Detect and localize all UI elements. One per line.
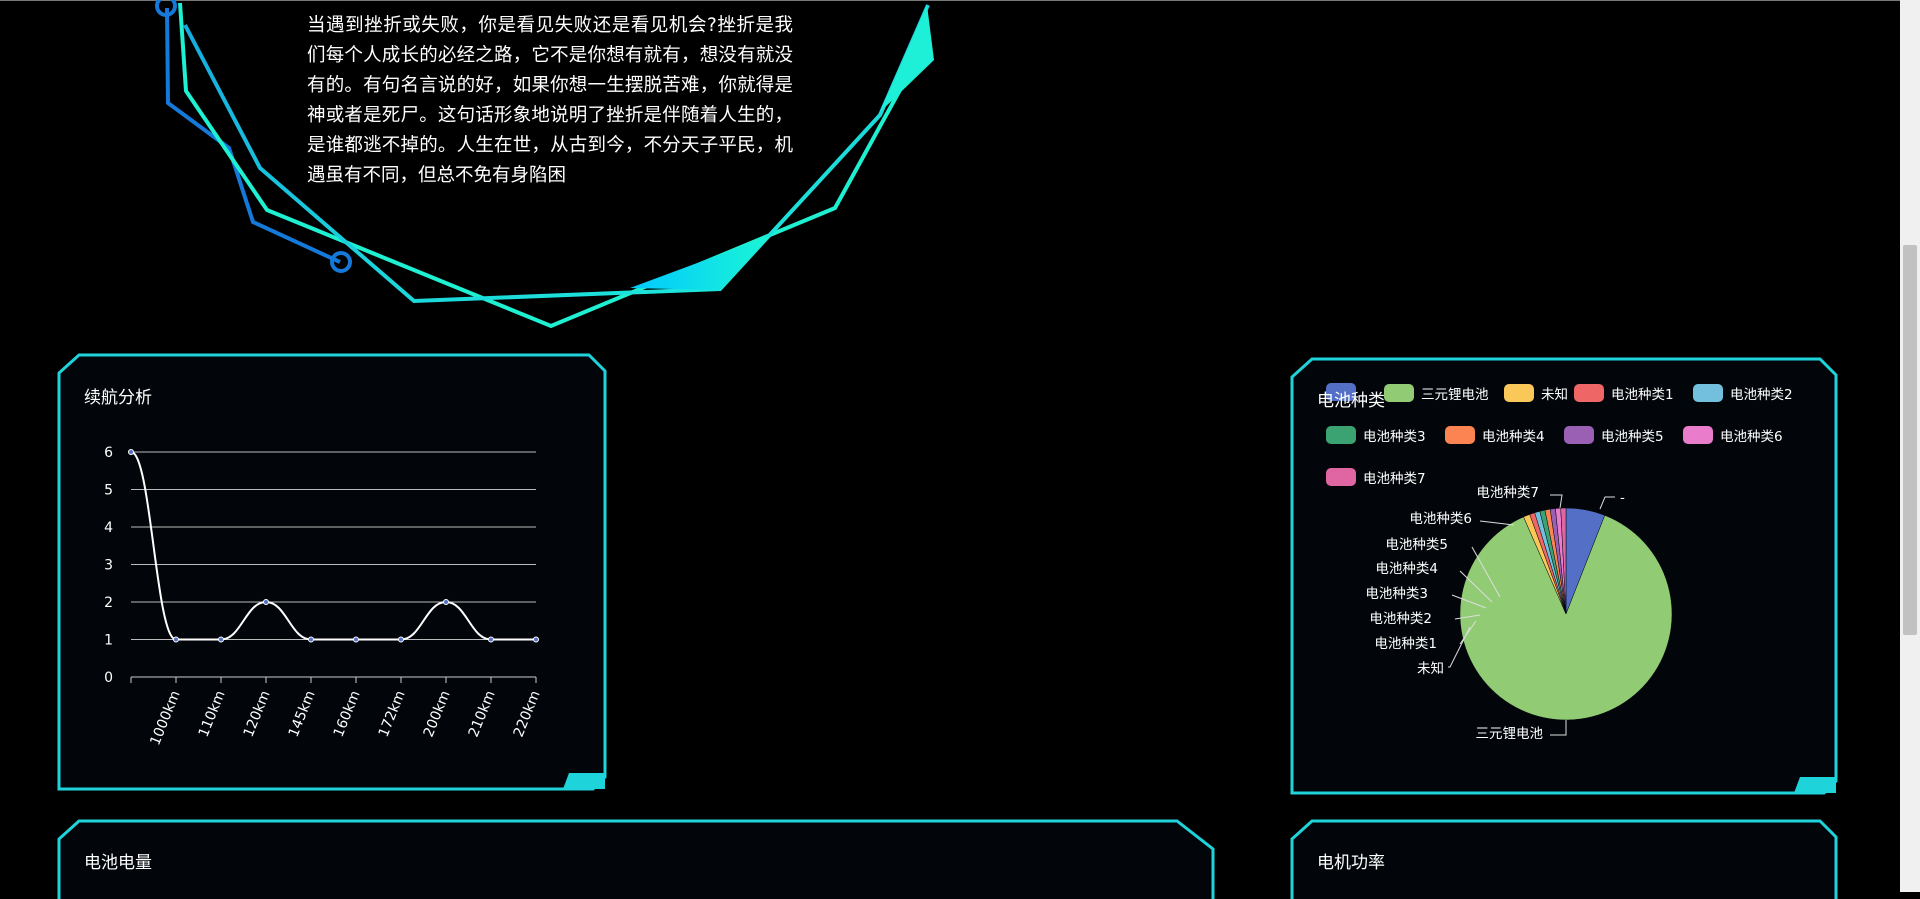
y-tick-label: 5 — [104, 483, 113, 499]
pie-label: 电池种类3 — [1365, 586, 1428, 602]
data-point — [443, 599, 449, 605]
pie-label: 电池种类4 — [1375, 561, 1438, 577]
data-point — [128, 449, 134, 455]
data-point — [218, 636, 224, 643]
pie-label: 三元锂电池 — [1476, 726, 1544, 742]
y-tick-label: 4 — [104, 520, 113, 536]
y-tick-label: 0 — [104, 670, 113, 686]
pie-label: - — [1620, 490, 1625, 506]
data-point — [398, 636, 404, 643]
motor-power-panel: 电机功率 — [1290, 819, 1842, 899]
x-tick-label: 110km — [196, 689, 229, 740]
data-point — [353, 636, 359, 643]
panel-frame — [57, 819, 1215, 899]
data-point — [173, 636, 179, 643]
x-tick-label: 120km — [241, 689, 274, 740]
battery-type-panel: 三元锂电池 未知 电池种类1 电池种类2 电池种类3 电池种类4 电池种类5 电池种类6 电池种… — [1290, 357, 1842, 795]
pie-label: 电池种类1 — [1374, 636, 1437, 652]
pie-label-line — [1599, 496, 1615, 510]
pie-label: 电池种类6 — [1409, 511, 1472, 527]
battery-type-pie-chart: - 三元锂电池 未知 电池种类1 电池种类2 电池种类3 电池种类4 电池种类5 电池种类6电池… — [1365, 485, 1673, 742]
data-point — [263, 599, 269, 605]
scrollbar-thumb[interactable] — [1903, 245, 1917, 635]
battery-level-panel: 电池电量 — [57, 819, 1215, 899]
x-tick-label: 172km — [376, 689, 409, 740]
y-tick-label: 1 — [104, 633, 113, 649]
vertical-scrollbar[interactable] — [1900, 0, 1920, 892]
data-point — [308, 636, 314, 643]
y-tick-label: 3 — [104, 558, 113, 574]
x-tick-label: 1000km — [147, 689, 183, 748]
pie-label-line — [1550, 494, 1563, 509]
data-point — [488, 636, 494, 643]
pie-label-line — [1550, 720, 1567, 736]
y-tick-label: 6 — [104, 445, 113, 461]
range-line-chart: 0 1 2 3 4 5 6 1000km 110km 120km 145km 160km 172km 20… — [104, 445, 544, 748]
x-tick-label: 200km — [421, 689, 454, 740]
pie-label-line — [1479, 520, 1515, 526]
data-point — [533, 636, 539, 643]
x-tick-label: 160km — [331, 689, 364, 740]
x-tick-label: 210km — [466, 689, 499, 740]
x-tick-label: 220km — [511, 689, 544, 740]
y-tick-label: 2 — [104, 595, 113, 611]
pie-label: 未知 — [1417, 660, 1444, 677]
series-line — [130, 451, 536, 641]
x-tick-label: 145km — [286, 689, 319, 740]
range-analysis-panel: 续航分析 0 1 2 3 4 5 6 1000km 110km 120km 145km 160km 17… — [57, 353, 611, 791]
panel-title: 电池电量 — [84, 853, 152, 873]
pie-label: 电池种类7 — [1476, 485, 1539, 501]
intro-paragraph: 当遇到挫折或失败，你是看见失败还是看见机会?挫折是我们每个人成长的必经之路，它不… — [307, 15, 793, 186]
panel-title: 电机功率 — [1317, 853, 1385, 873]
pie-label: 电池种类2 — [1369, 611, 1432, 627]
pie-label: 电池种类5 — [1385, 537, 1448, 553]
